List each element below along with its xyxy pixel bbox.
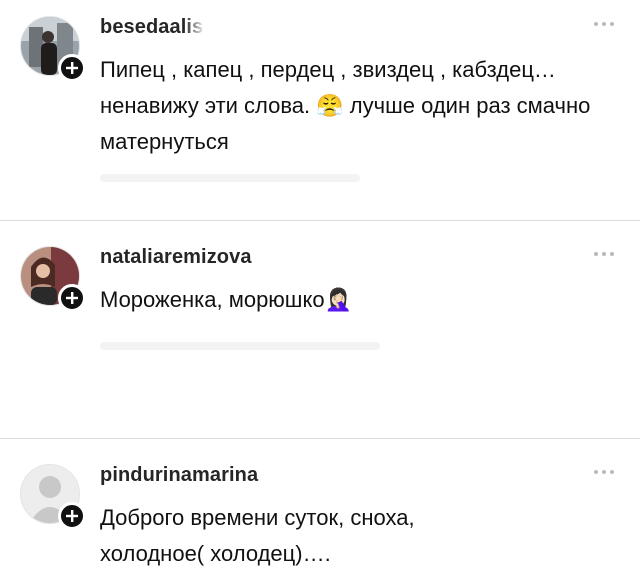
follow-badge[interactable]: [58, 502, 86, 530]
plus-icon: [66, 62, 78, 74]
comment-text-body: Мороженка, морюшко: [100, 287, 325, 312]
avatar-container[interactable]: [20, 464, 86, 530]
facepalm-icon: 🤦🏻‍♀️: [324, 287, 352, 312]
comment-text: Доброго времени суток, сноха, холодное( …: [100, 500, 500, 572]
comment-text: Пипец , капец , пердец , звиздец , кабзд…: [100, 52, 610, 160]
follow-badge[interactable]: [58, 284, 86, 312]
translation-placeholder: [100, 174, 360, 182]
comment-text: Мороженка, морюшко🤦🏻‍♀️: [100, 282, 610, 318]
avatar-container[interactable]: [20, 246, 86, 312]
follow-badge[interactable]: [58, 54, 86, 82]
comment-username[interactable]: besedaalis: [100, 16, 203, 39]
comment-username[interactable]: nataliaremizova: [100, 246, 252, 269]
more-horizontal-icon[interactable]: [594, 22, 614, 28]
plus-icon: [66, 292, 78, 304]
more-horizontal-icon[interactable]: [594, 252, 614, 258]
avatar-container[interactable]: [20, 16, 86, 82]
comment-text-body: Доброго времени суток, сноха, холодное( …: [100, 505, 415, 566]
more-horizontal-icon[interactable]: [594, 470, 614, 476]
divider: [0, 438, 640, 439]
comments-feed: besedaalis Пипец , капец , пердец , звиз…: [0, 0, 640, 575]
plus-icon: [66, 510, 78, 522]
divider: [0, 220, 640, 221]
translation-placeholder: [100, 342, 380, 350]
comment-username[interactable]: pindurinamarina: [100, 464, 258, 487]
angry-face-icon: 😤: [316, 93, 344, 118]
